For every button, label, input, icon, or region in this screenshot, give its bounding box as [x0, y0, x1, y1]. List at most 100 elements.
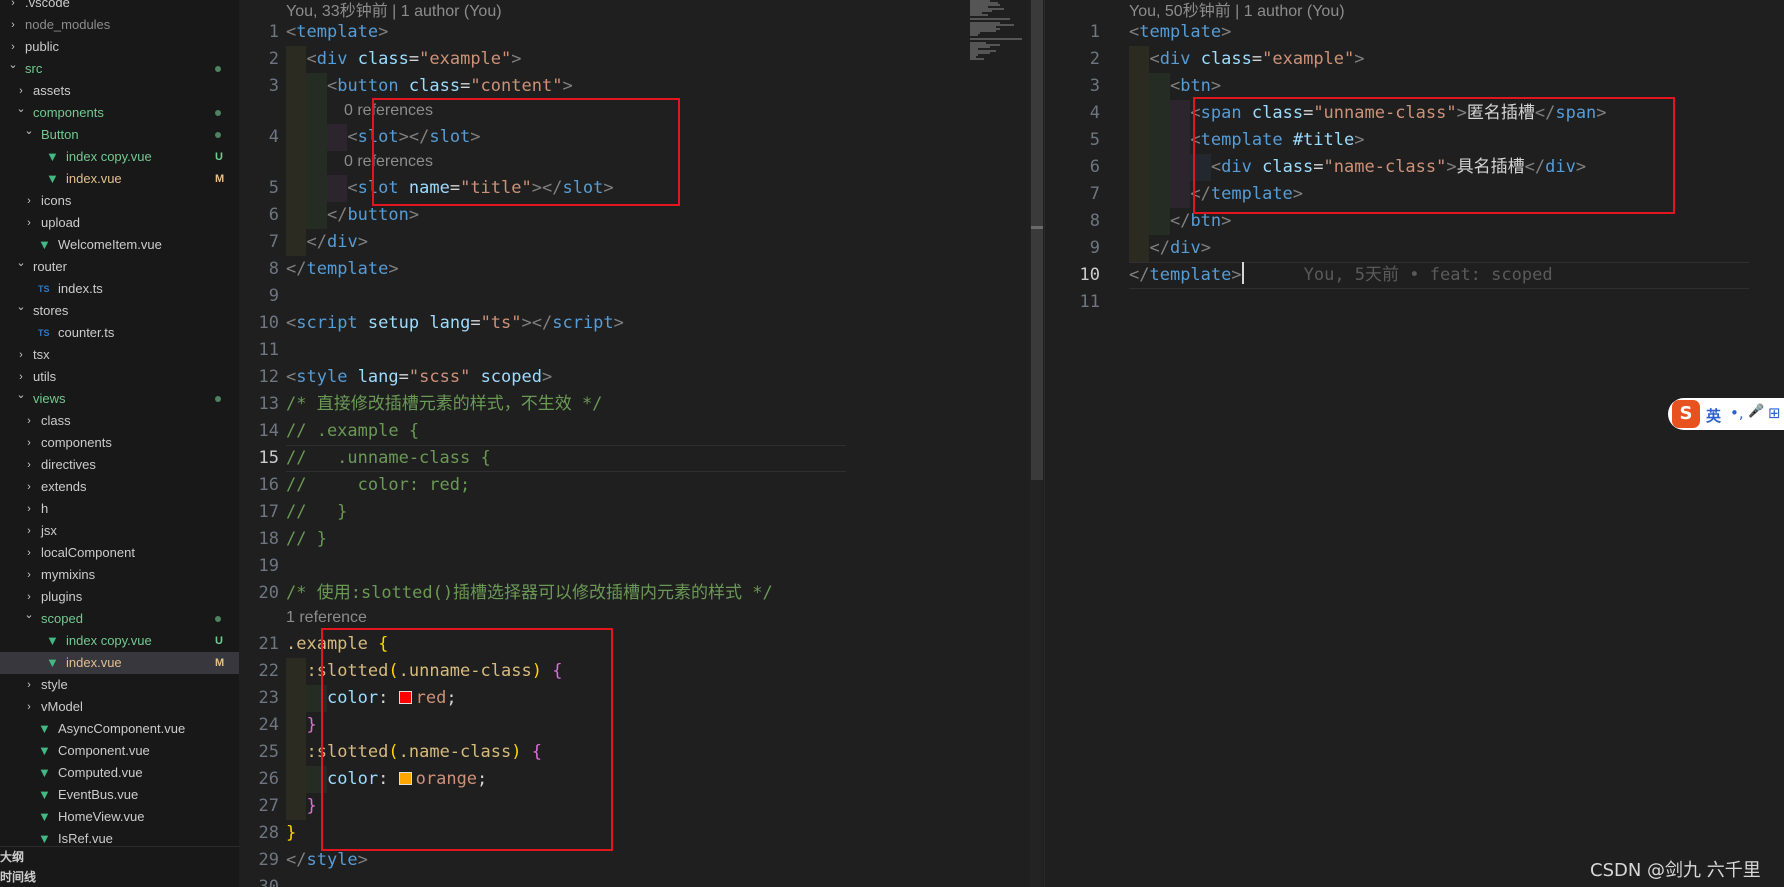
tree-item-upload[interactable]: › upload	[0, 212, 239, 234]
line-number[interactable]: 29	[239, 850, 279, 870]
code-line[interactable]: <div class="example">	[286, 46, 521, 73]
ime-punct-toggle[interactable]: •,	[1730, 404, 1744, 422]
tree-item-h[interactable]: › h	[0, 498, 239, 520]
code-line[interactable]: // }	[286, 526, 327, 553]
line-number[interactable]: 9	[1045, 238, 1100, 258]
tree-item-localcomponent[interactable]: › localComponent	[0, 542, 239, 564]
line-number[interactable]: 27	[239, 796, 279, 816]
ime-toolbar[interactable]: S 英 •, 🎤 ⊞	[1668, 398, 1784, 430]
ime-mode-toggle[interactable]: 英	[1706, 405, 1721, 426]
code-line[interactable]: // color: red;	[286, 472, 470, 499]
tree-item-extends[interactable]: › extends	[0, 476, 239, 498]
tree-item-plugins[interactable]: › plugins	[0, 586, 239, 608]
left-editor-scrollbar-thumb[interactable]	[1031, 0, 1043, 480]
line-number[interactable]: 25	[239, 742, 279, 762]
tree-item-index-vue[interactable]: ▼ index.vue M	[0, 652, 239, 674]
code-line[interactable]: </template> You, 5天前 • feat: scoped	[1129, 262, 1553, 289]
line-number[interactable]: 30	[239, 877, 279, 887]
tree-item-button[interactable]: ⌄ Button	[0, 124, 239, 146]
line-number[interactable]: 6	[1045, 157, 1100, 177]
code-line[interactable]: /* 直接修改插槽元素的样式，不生效 */	[286, 391, 602, 418]
code-line[interactable]: <btn>	[1129, 73, 1221, 100]
left-editor[interactable]: You, 33秒钟前 | 1 author (You) 1 <template> 2 …	[239, 0, 1043, 887]
tree-item-index-copy-vue[interactable]: ▼ index copy.vue U	[0, 146, 239, 168]
code-line[interactable]: // .unname-class {	[286, 445, 491, 472]
line-number[interactable]: 11	[239, 340, 279, 360]
tree-item-homeview-vue[interactable]: ▼ HomeView.vue	[0, 806, 239, 828]
tree-item-public[interactable]: › public	[0, 36, 239, 58]
line-number[interactable]: 26	[239, 769, 279, 789]
code-line[interactable]: }	[286, 793, 316, 820]
line-number[interactable]: 3	[239, 76, 279, 96]
line-number[interactable]: 15	[239, 448, 279, 468]
left-minimap[interactable]	[970, 0, 1028, 60]
git-blame-lens[interactable]: You, 50秒钟前 | 1 author (You)	[1129, 0, 1345, 21]
tree-item-scoped[interactable]: ⌄ scoped	[0, 608, 239, 630]
tree-item-style[interactable]: › style	[0, 674, 239, 696]
tree-item-stores[interactable]: ⌄ stores	[0, 300, 239, 322]
line-number[interactable]: 14	[239, 421, 279, 441]
line-number[interactable]: 21	[239, 634, 279, 654]
chevron-right-icon[interactable]: ›	[24, 454, 34, 476]
code-line[interactable]: <style lang="scss" scoped>	[286, 364, 552, 391]
line-number[interactable]: 13	[239, 394, 279, 414]
line-number[interactable]: 7	[1045, 184, 1100, 204]
chevron-right-icon[interactable]: ›	[24, 564, 34, 586]
chevron-right-icon[interactable]: ›	[24, 190, 34, 212]
line-number[interactable]: 16	[239, 475, 279, 495]
tree-item-directives[interactable]: › directives	[0, 454, 239, 476]
chevron-right-icon[interactable]: ›	[24, 432, 34, 454]
chevron-right-icon[interactable]: ›	[24, 212, 34, 234]
tree-item-vmodel[interactable]: › vModel	[0, 696, 239, 718]
line-number[interactable]: 10	[239, 313, 279, 333]
line-number[interactable]: 1	[239, 22, 279, 42]
tree-item-components[interactable]: ⌄ components	[0, 102, 239, 124]
references-codelens[interactable]: 1 reference	[286, 609, 367, 627]
code-line[interactable]: <div class="example">	[1129, 46, 1364, 73]
code-line[interactable]: <template>	[1129, 19, 1231, 46]
tree-item-index-ts[interactable]: TS index.ts	[0, 278, 239, 300]
code-line[interactable]: <script setup lang="ts"></script>	[286, 310, 624, 337]
line-number[interactable]: 18	[239, 529, 279, 549]
tree-item-src[interactable]: ⌄ src	[0, 58, 239, 80]
tree-item-welcomeitem-vue[interactable]: ▼ WelcomeItem.vue	[0, 234, 239, 256]
line-number[interactable]: 3	[1045, 76, 1100, 96]
chevron-right-icon[interactable]: ›	[24, 410, 34, 432]
tree-item-index-copy-vue[interactable]: ▼ index copy.vue U	[0, 630, 239, 652]
tree-item-node-modules[interactable]: › node_modules	[0, 14, 239, 36]
chevron-down-icon[interactable]: ⌄	[8, 54, 18, 76]
tree-item-assets[interactable]: › assets	[0, 80, 239, 102]
chevron-right-icon[interactable]: ›	[8, 14, 18, 36]
line-number[interactable]: 20	[239, 583, 279, 603]
code-line[interactable]: }	[286, 820, 296, 847]
tree-item-index-vue[interactable]: ▼ index.vue M	[0, 168, 239, 190]
line-number[interactable]: 4	[239, 127, 279, 147]
tree-item-component-vue[interactable]: ▼ Component.vue	[0, 740, 239, 762]
chevron-down-icon[interactable]: ⌄	[24, 604, 34, 626]
line-number[interactable]: 19	[239, 556, 279, 576]
tree-item-jsx[interactable]: › jsx	[0, 520, 239, 542]
tree-item--vscode[interactable]: › .vscode	[0, 0, 239, 14]
line-number[interactable]: 28	[239, 823, 279, 843]
tree-item-counter-ts[interactable]: TS counter.ts	[0, 322, 239, 344]
chevron-right-icon[interactable]: ›	[24, 696, 34, 718]
code-line[interactable]: </button>	[286, 202, 419, 229]
line-number[interactable]: 1	[1045, 22, 1100, 42]
code-line[interactable]: // }	[286, 499, 347, 526]
line-number[interactable]: 2	[1045, 49, 1100, 69]
code-line[interactable]: // .example {	[286, 418, 419, 445]
tree-item-asynccomponent-vue[interactable]: ▼ AsyncComponent.vue	[0, 718, 239, 740]
line-number[interactable]: 23	[239, 688, 279, 708]
tree-item-views[interactable]: ⌄ views	[0, 388, 239, 410]
chevron-right-icon[interactable]: ›	[24, 476, 34, 498]
line-number[interactable]: 8	[1045, 211, 1100, 231]
code-line[interactable]: </div>	[1129, 235, 1210, 262]
chevron-right-icon[interactable]: ›	[24, 674, 34, 696]
chevron-right-icon[interactable]: ›	[24, 498, 34, 520]
right-editor[interactable]: You, 50秒钟前 | 1 author (You) 1 <template> 2 …	[1044, 0, 1784, 887]
tree-item-computed-vue[interactable]: ▼ Computed.vue	[0, 762, 239, 784]
chevron-right-icon[interactable]: ›	[24, 542, 34, 564]
code-line[interactable]: <template>	[286, 19, 388, 46]
line-number[interactable]: 6	[239, 205, 279, 225]
line-number[interactable]: 8	[239, 259, 279, 279]
